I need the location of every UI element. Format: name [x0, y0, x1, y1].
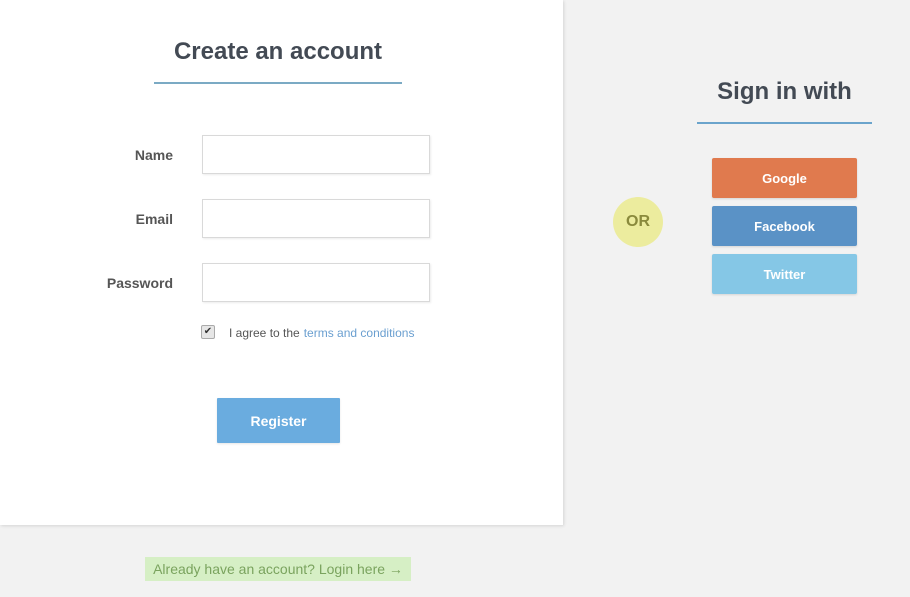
agree-checkbox[interactable]: ✔ — [201, 325, 215, 339]
page: Create an account Name Email Password ✔ … — [0, 0, 910, 597]
facebook-signin-button[interactable]: Facebook — [712, 206, 857, 246]
password-input[interactable] — [202, 263, 430, 302]
register-panel: Create an account Name Email Password ✔ … — [0, 0, 563, 525]
agree-row: ✔ I agree to the terms and conditions — [201, 325, 415, 340]
name-input[interactable] — [202, 135, 430, 174]
register-title: Create an account — [173, 38, 383, 65]
or-divider: OR — [613, 197, 663, 247]
login-link[interactable]: Already have an account? Login here → — [145, 557, 411, 581]
email-label: Email — [135, 211, 173, 227]
title-underline — [154, 82, 402, 84]
google-signin-button[interactable]: Google — [712, 158, 857, 198]
email-input[interactable] — [202, 199, 430, 238]
terms-link[interactable]: terms and conditions — [304, 326, 415, 340]
name-label: Name — [134, 147, 173, 163]
register-button[interactable]: Register — [217, 398, 340, 443]
password-label: Password — [106, 275, 173, 291]
agree-text: I agree to the — [229, 326, 300, 340]
signin-underline — [697, 122, 872, 124]
signin-title: Sign in with — [717, 78, 852, 105]
twitter-signin-button[interactable]: Twitter — [712, 254, 857, 294]
